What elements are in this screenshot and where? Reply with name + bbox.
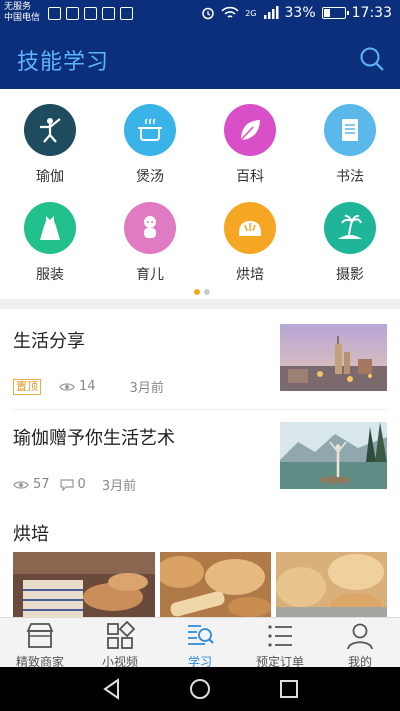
carrier-info: 无服务 中国电信 [4,2,40,24]
article-item[interactable]: 生活分享 置顶 14 3月前 [0,309,400,410]
shop-icon [26,623,54,648]
category-3[interactable]: 书法 [300,104,400,186]
carrier-line-1: 无服务 [4,2,32,12]
article-item[interactable]: 瑜伽赠予你生活艺术 57 0 3月前 [0,410,400,510]
learn-search-icon [188,625,214,645]
comments-count: 0 [77,477,86,492]
alarm-icon [202,7,214,20]
page-dot-active [194,289,200,295]
system-nav-bar [0,667,400,711]
section-title: 烘培 [13,524,49,545]
category-0[interactable]: 瑜伽 [0,104,100,186]
battery-icon [321,7,349,19]
category-label: 煲汤 [136,169,164,185]
page-dot [204,289,210,295]
views-icon [59,382,75,391]
notification-app-icon [102,7,115,20]
bun-icon [224,202,276,254]
views-icon [13,480,29,489]
soup-pot-icon [124,104,176,156]
category-label: 服装 [36,267,64,283]
bakery-image[interactable] [160,552,271,617]
back-icon[interactable] [100,677,124,701]
category-label: 育儿 [136,267,164,283]
page-title: 技能学习 [17,50,110,75]
leaf-icon [224,104,276,156]
grid-icon [107,620,136,649]
document-icon [324,104,376,156]
category-6[interactable]: 烘培 [200,202,300,284]
carrier-line-2: 中国电信 [4,13,41,23]
bottom-tab-bar: 精致商家 小视频 学习 预定订单 我的 [0,617,400,669]
palm-island-icon [324,202,376,254]
article-meta: 57 0 3月前 [13,475,136,494]
yoga-icon [24,104,76,156]
notification-app-icon [120,7,133,20]
category-1[interactable]: 煲汤 [100,104,200,186]
notification-app-icon [66,7,79,20]
category-7[interactable]: 摄影 [300,202,400,284]
list-icon [268,625,292,647]
category-label: 摄影 [336,267,364,283]
category-label: 瑜伽 [36,169,64,185]
status-bar: 无服务 中国电信 2G 33% 17:33 [0,0,400,30]
status-right: 2G 33% 17:33 [201,5,392,21]
notification-app-icon [48,7,61,20]
views-count: 14 [79,379,96,394]
app-header: 技能学习 [0,30,400,89]
tab-profile[interactable]: 我的 [320,618,400,669]
person-icon [347,623,373,650]
category-4[interactable]: 服装 [0,202,100,284]
comment-icon [59,478,74,491]
notification-icons [48,7,133,20]
article-date: 3月前 [101,479,137,494]
page-indicator [194,289,210,295]
search-icon[interactable] [358,45,386,73]
section-divider [0,299,400,309]
tab-learn[interactable]: 学习 [160,618,240,669]
article-thumbnail [280,324,387,391]
wifi-icon [221,6,239,18]
bakery-image[interactable] [276,552,387,617]
tab-shop[interactable]: 精致商家 [0,618,80,669]
clock: 17:33 [351,5,392,21]
dress-icon [24,202,76,254]
category-grid: 瑜伽 煲汤 百科 书法服装 育儿 烘培 摄影 [0,89,400,299]
home-icon[interactable] [188,677,212,701]
tab-orders[interactable]: 预定订单 [240,618,320,669]
article-meta: 置顶 14 3月前 [13,377,164,396]
baby-icon [124,202,176,254]
category-2[interactable]: 百科 [200,104,300,186]
battery-percent: 33% [284,5,316,21]
article-title: 生活分享 [13,331,85,352]
category-label: 书法 [336,169,364,185]
article-date: 3月前 [129,381,164,396]
notification-app-icon [84,7,97,20]
tab-short-video[interactable]: 小视频 [80,618,160,669]
views-count: 57 [33,477,50,492]
network-type: 2G [245,8,257,18]
recents-icon[interactable] [277,677,301,701]
pinned-badge: 置顶 [13,378,41,395]
bakery-image[interactable] [13,552,155,617]
article-thumbnail [280,422,387,489]
article-title: 瑜伽赠予你生活艺术 [13,428,175,449]
signal-icon [263,6,279,19]
category-label: 烘培 [236,267,264,283]
category-5[interactable]: 育儿 [100,202,200,284]
category-label: 百科 [236,169,264,185]
